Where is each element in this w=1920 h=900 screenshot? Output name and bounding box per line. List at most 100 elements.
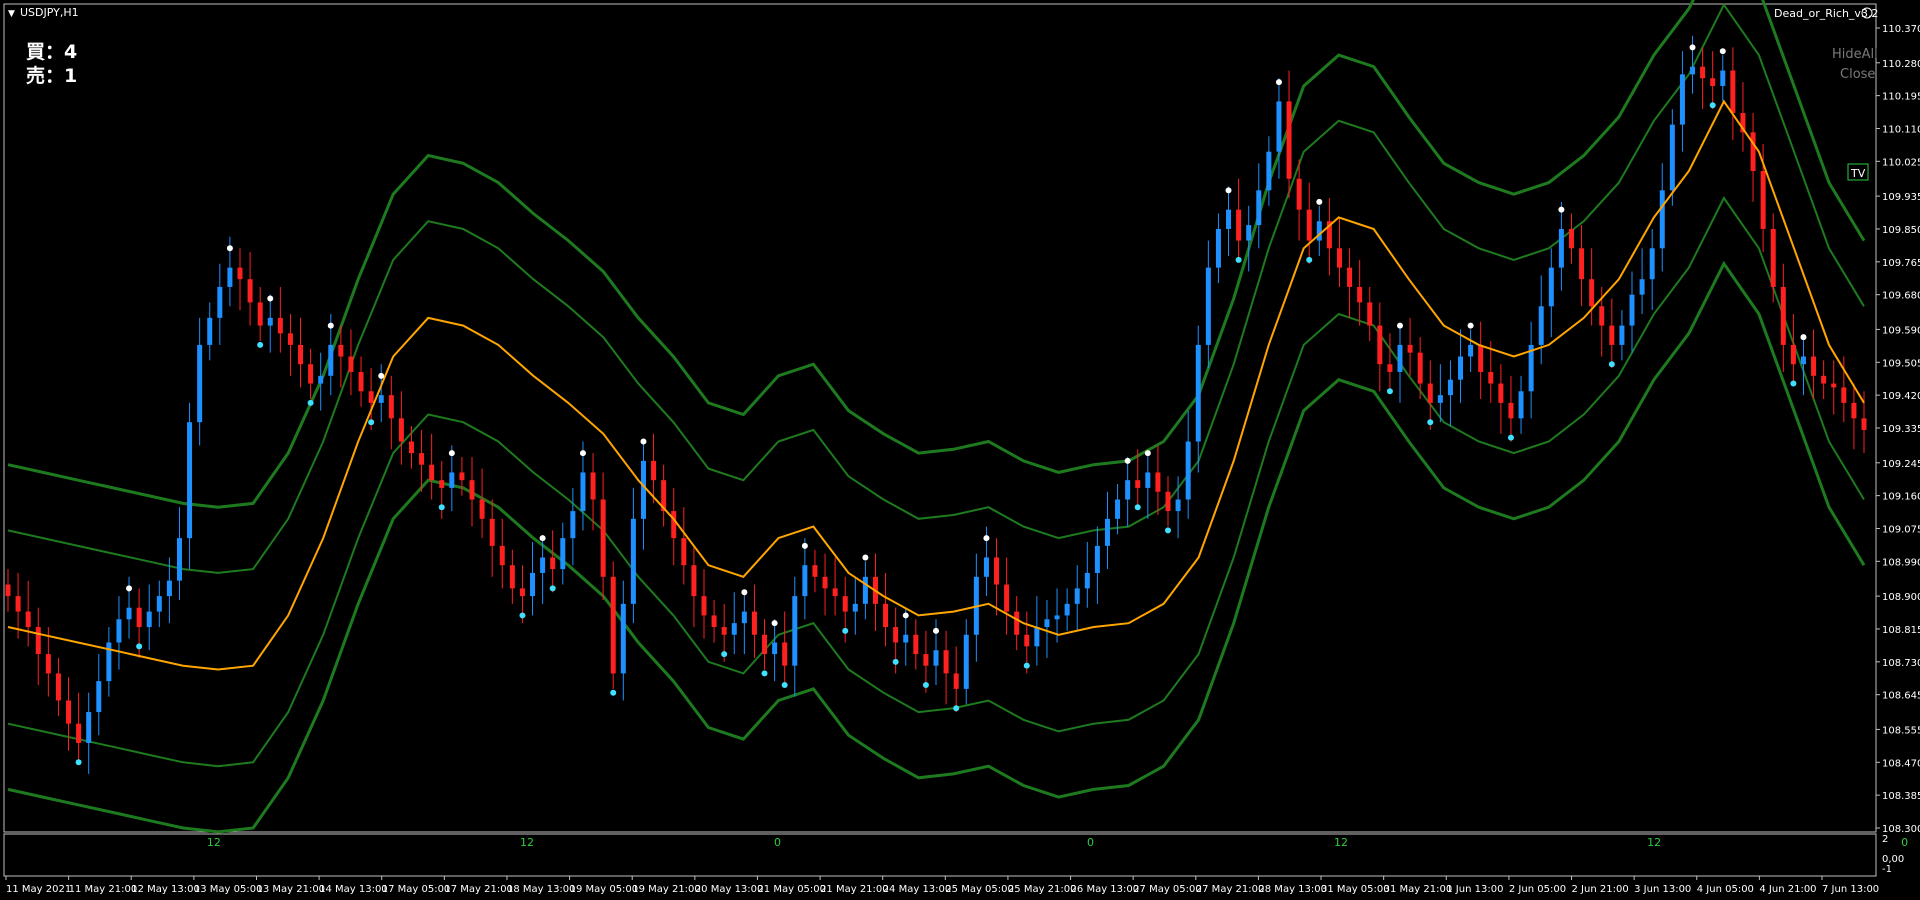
sell-signal-marker	[1275, 79, 1282, 86]
candle-body	[1407, 344, 1413, 353]
candle-body	[1599, 306, 1605, 326]
candle-body	[1669, 124, 1675, 191]
buy-signal-marker	[1709, 102, 1716, 109]
sell-signal-marker	[1225, 187, 1232, 194]
x-tick-label: 28 May 13:00	[1258, 884, 1327, 895]
candle-body	[1831, 383, 1837, 388]
candle-body	[994, 557, 1000, 585]
candle-body	[933, 650, 939, 666]
candle-body	[398, 418, 404, 442]
candle-body	[328, 344, 334, 376]
y-tick-label: 108.990	[1882, 557, 1920, 568]
close-button[interactable]: Close	[1840, 67, 1875, 82]
candle-body	[640, 460, 646, 519]
candle-body	[721, 627, 727, 635]
x-tick-label: 26 May 13:00	[1071, 884, 1140, 895]
candle-body	[701, 596, 707, 616]
candle-body	[832, 588, 838, 597]
buy-signal-marker	[307, 399, 314, 406]
x-tick-label: 24 May 13:00	[883, 884, 952, 895]
candle-body	[1811, 356, 1817, 376]
sell-signal-marker	[448, 450, 455, 457]
candle-body	[530, 572, 536, 597]
sell-signal-marker	[226, 245, 233, 252]
candle-body	[1014, 611, 1020, 635]
candle-body	[197, 344, 203, 423]
candle-body	[86, 712, 92, 743]
candle-body	[1064, 603, 1070, 616]
candle-body	[1508, 402, 1514, 419]
candle-body	[1639, 279, 1645, 295]
buy-signal-marker	[842, 627, 849, 634]
sub-panel-label: 12	[1647, 836, 1661, 849]
sell-signal-marker	[267, 295, 274, 302]
hide-all-button[interactable]: HideAll	[1832, 47, 1878, 62]
buy-signal-marker	[761, 670, 768, 677]
buy-signal-marker	[75, 759, 82, 766]
candle-body	[1145, 472, 1151, 488]
candle-body	[368, 391, 374, 403]
tv-badge[interactable]: TV	[1850, 167, 1866, 180]
candle-body	[449, 472, 455, 488]
sell-signal-marker	[579, 450, 586, 457]
candle-body	[1215, 228, 1221, 268]
x-tick-label: 3 Jun 13:00	[1634, 884, 1691, 895]
sell-signal-marker	[1689, 44, 1696, 51]
y-tick-label: 109.680	[1882, 291, 1920, 302]
x-tick-label: 1 Jun 13:00	[1446, 884, 1503, 895]
candle-body	[731, 623, 737, 635]
candle-body	[1246, 225, 1252, 241]
candle-body	[1861, 418, 1867, 430]
candle-body	[1296, 178, 1302, 210]
buy-signal-marker	[549, 585, 556, 592]
candle-body	[146, 611, 152, 628]
candle-body	[378, 395, 384, 403]
sell-signal-marker	[801, 542, 808, 549]
candle-body	[237, 267, 243, 280]
candle-body	[429, 464, 435, 481]
sell-signal-marker	[1316, 198, 1323, 205]
y-tick-label: 108.900	[1882, 592, 1920, 603]
candle-body	[550, 557, 556, 570]
y-tick-label: 109.075	[1882, 524, 1920, 535]
candle-body	[711, 615, 717, 628]
candle-body	[469, 480, 475, 500]
candle-body	[126, 607, 132, 620]
candle-body	[5, 584, 11, 597]
y-tick-label: 110.110	[1882, 124, 1920, 135]
candle-body	[1195, 344, 1201, 442]
dropdown-arrow-icon[interactable]: ▼	[8, 9, 15, 19]
candle-body	[35, 627, 41, 655]
sell-signal-marker	[1144, 450, 1151, 457]
candle-body	[691, 565, 697, 597]
candle-body	[1538, 306, 1544, 345]
buy-signal-marker	[922, 682, 929, 689]
candle-body	[1710, 78, 1716, 86]
sell-signal-marker	[902, 612, 909, 619]
x-tick-label: 31 May 05:00	[1321, 884, 1390, 895]
buy-signal-marker	[368, 419, 375, 426]
candle-body	[1427, 383, 1433, 403]
candle-body	[1790, 344, 1796, 365]
candle-body	[1236, 209, 1242, 241]
x-tick-label: 19 May 21:00	[632, 884, 701, 895]
sell-signal-marker	[1719, 48, 1726, 55]
candle-body	[166, 580, 172, 597]
y-tick-label: 109.590	[1882, 325, 1920, 336]
buy-signal-marker	[438, 504, 445, 511]
candle-body	[1256, 190, 1262, 226]
sub-axis-label: -1	[1882, 864, 1892, 875]
candle-body	[489, 518, 495, 546]
candle-body	[176, 538, 182, 581]
candle-body	[1357, 286, 1363, 303]
buy-signal-marker	[1134, 504, 1141, 511]
indicator-name: Dead_or_Rich_v3.2	[1774, 7, 1878, 20]
price-chart[interactable]: ▼ USDJPY,H1 Dead_or_Rich_v3.2 買：4 売：1 Hi…	[0, 0, 1920, 900]
candle-body	[762, 634, 768, 655]
buy-signal-marker	[1608, 361, 1615, 368]
candle-body	[1306, 209, 1312, 241]
candle-body	[852, 603, 858, 612]
sell-count-label: 売：1	[26, 64, 77, 87]
candle-body	[1074, 588, 1080, 604]
candle-body	[822, 576, 828, 589]
